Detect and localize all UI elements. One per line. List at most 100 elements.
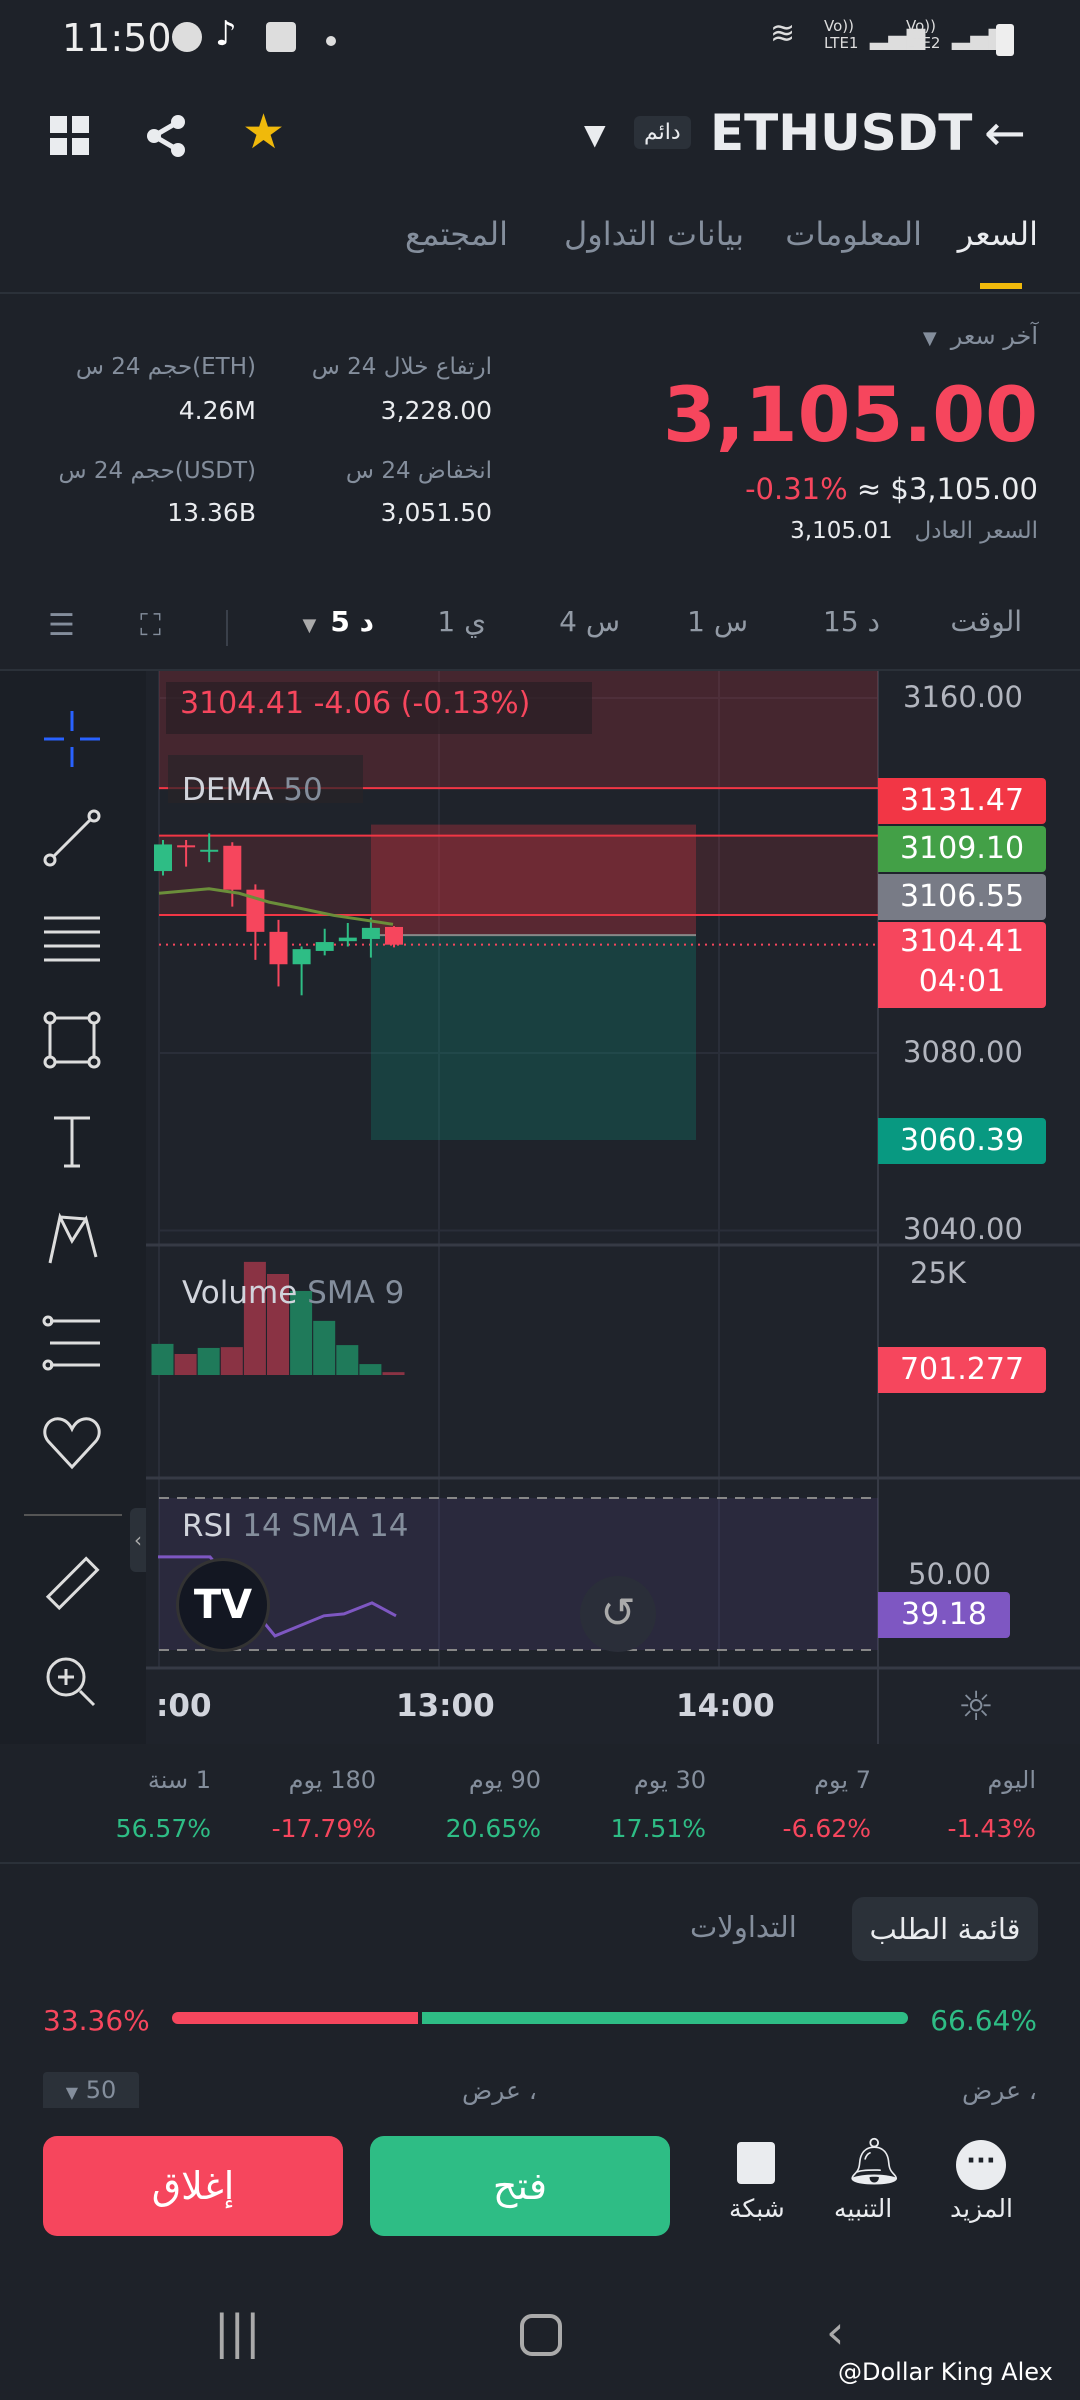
price-marker: 3131.47 bbox=[878, 778, 1046, 824]
performance-period: 180 يوم bbox=[288, 1766, 376, 1794]
candle-body bbox=[269, 931, 288, 965]
buy-ratio-bar bbox=[421, 2012, 908, 2024]
volume-label: Volume bbox=[182, 1275, 298, 1311]
price-axis-label: 3160.00 bbox=[903, 680, 1023, 714]
dema-param: 50 bbox=[283, 772, 323, 808]
sell-ratio: 33.36% bbox=[43, 2004, 150, 2037]
volume-axis-label: 25K bbox=[910, 1256, 966, 1290]
text-tool-icon[interactable] bbox=[40, 1108, 104, 1172]
rectangle-icon[interactable] bbox=[40, 1008, 104, 1072]
price-axis-label: 3040.00 bbox=[903, 1212, 1023, 1246]
candle-body bbox=[385, 926, 403, 945]
performance-item: 90 يوم 20.65% bbox=[376, 1766, 541, 1843]
tab-order-book[interactable]: قائمة الطلب bbox=[852, 1897, 1038, 1961]
ask-column-label: عرض ، bbox=[462, 2076, 537, 2105]
ratio-bar bbox=[172, 2012, 908, 2024]
bid-column-label: عرض ، bbox=[962, 2076, 1037, 2105]
time-axis-label: :00 bbox=[156, 1688, 212, 1724]
marker-price: 3104.41 bbox=[899, 924, 1025, 959]
performance-value: 17.79%- bbox=[271, 1814, 376, 1843]
reset-chart-icon[interactable]: ↺ bbox=[580, 1576, 656, 1652]
depth-value: 50 bbox=[85, 2076, 117, 2104]
fib-retracement-icon[interactable] bbox=[40, 906, 104, 970]
tradingview-logo[interactable]: TV bbox=[176, 1558, 270, 1652]
alert-label[interactable]: التنبيه bbox=[834, 2194, 892, 2223]
volume-last-marker: 701.277 bbox=[878, 1347, 1046, 1393]
performance-value: 20.65% bbox=[445, 1814, 541, 1843]
stop-loss-zone bbox=[371, 824, 696, 936]
candle-body bbox=[200, 849, 219, 852]
volume-legend[interactable]: Volume SMA 9 bbox=[182, 1275, 404, 1311]
favorites-heart-icon[interactable] bbox=[40, 1411, 104, 1475]
divider bbox=[24, 1514, 122, 1516]
volume-bar bbox=[151, 1343, 174, 1375]
volume-bar bbox=[220, 1347, 243, 1375]
performance-item: 180 يوم 17.79%- bbox=[211, 1766, 376, 1843]
volume-bar bbox=[359, 1364, 382, 1375]
zoom-in-icon[interactable] bbox=[40, 1651, 104, 1715]
ohlc-legend: 3104.41 -4.06 (-0.13%) bbox=[180, 686, 531, 721]
price-axis-label: 3080.00 bbox=[903, 1035, 1023, 1069]
volume-bar bbox=[174, 1353, 197, 1375]
performance-period: اليوم bbox=[987, 1766, 1036, 1794]
volume-bar bbox=[313, 1320, 336, 1375]
dema-legend[interactable]: DEMA 50 bbox=[182, 772, 323, 808]
pattern-tool-icon[interactable] bbox=[40, 1207, 104, 1271]
watermark: @Dollar King Alex bbox=[838, 2358, 1053, 2386]
performance-row: اليوم 1.43%- 7 يوم 6.62%- 30 يوم 17.51% 90 يوم… bbox=[46, 1766, 1036, 1843]
alert-bell-icon[interactable]: 🔔︎ bbox=[845, 2134, 903, 2189]
dropdown-caret-icon: ▼ bbox=[65, 2083, 79, 2102]
more-label[interactable]: المزيد bbox=[950, 2194, 1013, 2223]
home-button[interactable] bbox=[520, 2314, 562, 2356]
price-marker: 3060.39 bbox=[878, 1118, 1046, 1164]
trend-line-icon[interactable] bbox=[40, 806, 104, 870]
dema-label: DEMA bbox=[182, 772, 274, 808]
candle-body bbox=[177, 845, 196, 848]
performance-period: 7 يوم bbox=[814, 1766, 871, 1794]
tab-trades[interactable]: التداولات bbox=[690, 1910, 797, 1944]
candle-countdown: 04:01 bbox=[918, 964, 1006, 999]
performance-period: 30 يوم bbox=[633, 1766, 706, 1794]
rsi-last-marker: 39.18 bbox=[878, 1592, 1010, 1638]
crosshair-icon[interactable] bbox=[40, 707, 104, 771]
chart-theme-icon[interactable]: ☼ bbox=[958, 1684, 994, 1730]
price-marker: 3104.41 04:01 bbox=[878, 922, 1046, 1008]
ruler-icon[interactable] bbox=[40, 1552, 104, 1616]
performance-value: 1.43%- bbox=[947, 1814, 1036, 1843]
grid-label[interactable]: شبكة bbox=[729, 2194, 785, 2223]
performance-period: 1 سنة bbox=[147, 1766, 211, 1794]
price-marker: 3109.10 bbox=[878, 826, 1046, 872]
candle-body bbox=[361, 927, 380, 939]
open-position-button[interactable]: فتح bbox=[370, 2136, 670, 2236]
performance-item: 30 يوم 17.51% bbox=[541, 1766, 706, 1843]
more-icon[interactable]: ··· bbox=[956, 2140, 1006, 2190]
time-axis-label: 14:00 bbox=[676, 1688, 775, 1724]
close-position-button[interactable]: إغلاق bbox=[43, 2136, 343, 2236]
depth-selector[interactable]: ▼ 50 bbox=[43, 2072, 139, 2108]
performance-item: اليوم 1.43%- bbox=[871, 1766, 1036, 1843]
performance-item: 7 يوم 6.62%- bbox=[706, 1766, 871, 1843]
rsi-label: RSI bbox=[182, 1508, 233, 1544]
volume-bar bbox=[336, 1345, 359, 1375]
projection-tool-icon[interactable] bbox=[40, 1311, 104, 1375]
candle-body bbox=[154, 844, 172, 872]
buy-ratio: 66.64% bbox=[930, 2004, 1037, 2037]
take-profit-zone bbox=[371, 935, 696, 1141]
grid-bot-icon[interactable] bbox=[737, 2142, 775, 2184]
candle-body bbox=[223, 845, 242, 890]
collapse-toolbar-handle[interactable]: ‹ bbox=[130, 1508, 146, 1572]
rsi-legend[interactable]: RSI 14 SMA 14 bbox=[182, 1508, 408, 1544]
rsi-axis-label: 50.00 bbox=[908, 1557, 992, 1591]
performance-value: 6.62%- bbox=[782, 1814, 871, 1843]
performance-period: 90 يوم bbox=[468, 1766, 541, 1794]
divider bbox=[0, 1862, 1080, 1864]
candle-body bbox=[338, 937, 357, 942]
volume-bar bbox=[197, 1347, 220, 1375]
system-back-button[interactable]: ‹ bbox=[826, 2305, 844, 2359]
volume-param: SMA 9 bbox=[307, 1275, 405, 1311]
rsi-param: 14 SMA 14 bbox=[242, 1508, 409, 1544]
volume-bar bbox=[382, 1372, 405, 1375]
sell-ratio-bar bbox=[172, 2012, 418, 2024]
recent-apps-button[interactable]: ||| bbox=[214, 2305, 261, 2359]
candle-body bbox=[315, 942, 334, 951]
